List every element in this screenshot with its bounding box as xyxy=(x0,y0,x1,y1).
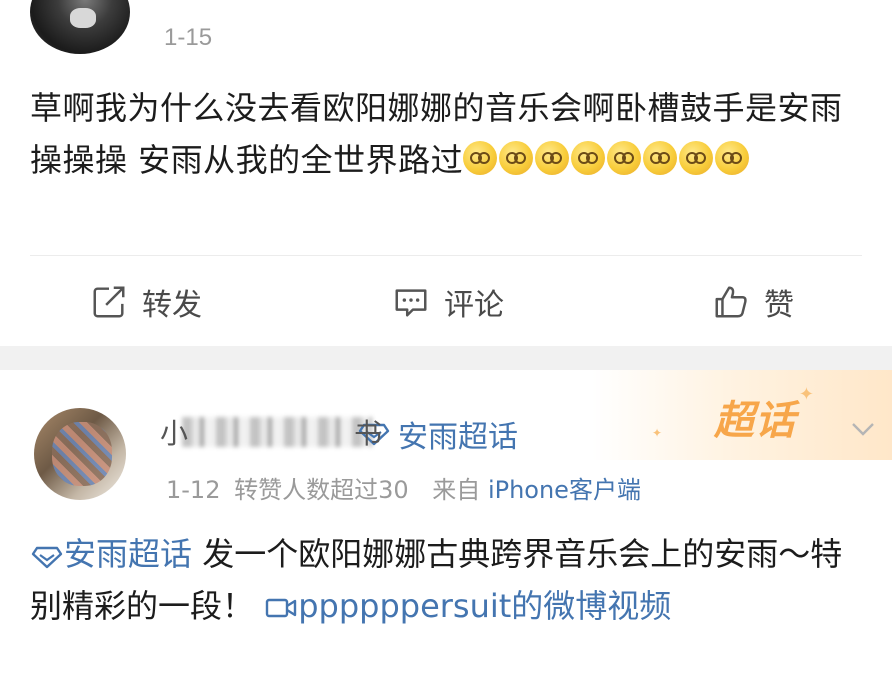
super-topic-label: 安雨超话 xyxy=(398,420,518,455)
video-link-label: ppppppersuit的微博视频 xyxy=(298,587,672,625)
comment-icon xyxy=(395,289,427,317)
feed-separator xyxy=(0,346,892,370)
like-label: 赞 xyxy=(764,288,794,323)
repost-label: 转发 xyxy=(142,288,202,323)
doge-face-icon xyxy=(715,141,750,175)
post-card-2: ✦ ✦ 超话 小 书 安雨超话 1-12 转赞人数超过30 来自 iPhone客… xyxy=(0,370,892,688)
diamond-icon xyxy=(31,546,63,569)
like-button[interactable]: 赞 xyxy=(712,280,794,324)
super-topic-banner-label: 超话 xyxy=(714,398,796,444)
post-date: 1-15 xyxy=(164,24,213,51)
comment-button[interactable]: 评论 xyxy=(392,280,504,324)
video-link[interactable]: ppppppersuit的微博视频 xyxy=(264,587,671,625)
doge-face-icon xyxy=(643,141,678,175)
doge-face-icon xyxy=(607,141,642,175)
doge-face-icon xyxy=(499,141,534,175)
post-date: 1-12 xyxy=(166,476,221,504)
sparkle-icon: ✦ xyxy=(798,384,814,405)
username-tail: 书 xyxy=(354,417,383,450)
post-text: 安雨超话 发一个欧阳娜娜古典跨界音乐会上的安雨～特别精彩的一段！ ppppppe… xyxy=(30,528,870,632)
doge-face-icon xyxy=(463,141,498,175)
emoji-row xyxy=(463,141,751,179)
comment-label: 评论 xyxy=(444,288,504,323)
inline-topic-link[interactable]: 安雨超话 xyxy=(30,535,192,573)
avatar[interactable] xyxy=(30,0,130,54)
doge-face-icon xyxy=(535,141,570,175)
username-obscured xyxy=(182,417,373,447)
inline-topic-label: 安雨超话 xyxy=(64,535,193,573)
source-client[interactable]: iPhone客户端 xyxy=(488,476,641,504)
post-card-1: 1-15 草啊我为什么没去看欧阳娜娜的音乐会啊卧槽鼓手是安雨操操操 安雨从我的全… xyxy=(0,0,892,346)
sparkle-icon: ✦ xyxy=(651,426,662,440)
username[interactable]: 小 书 xyxy=(160,412,382,452)
thumbs-up-icon xyxy=(715,286,747,318)
chevron-down-icon[interactable] xyxy=(848,414,878,444)
repost-icon xyxy=(93,286,125,318)
post-meta: 1-12 转赞人数超过30 来自 iPhone客户端 xyxy=(166,470,641,505)
video-icon xyxy=(265,598,297,618)
repost-button[interactable]: 转发 xyxy=(90,280,202,324)
doge-face-icon xyxy=(571,141,606,175)
source-prefix: 来自 xyxy=(432,476,481,504)
post-text: 草啊我为什么没去看欧阳娜娜的音乐会啊卧槽鼓手是安雨操操操 安雨从我的全世界路过 xyxy=(30,82,870,186)
username-partial: 小 xyxy=(160,417,189,450)
hot-badge: 转赞人数超过30 xyxy=(234,476,409,504)
avatar[interactable] xyxy=(34,408,126,500)
divider xyxy=(30,255,862,256)
doge-face-icon xyxy=(679,141,714,175)
